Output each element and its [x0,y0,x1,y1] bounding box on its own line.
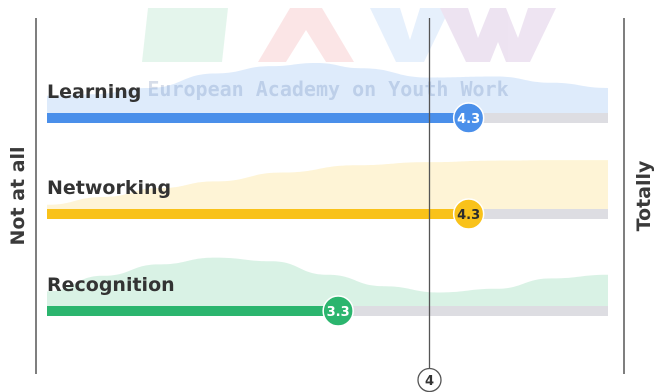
value-label-learning: 4.3 [457,112,480,127]
axis-min-label: Not at all [7,146,29,246]
eayw-logo [142,8,556,62]
category-label-learning: Learning [47,81,141,103]
value-badge-networking: 4.3 [452,198,485,230]
reference-label: 4 [425,374,434,389]
rating-chart: European Academy on Youth Work 4 Learnin… [35,8,625,392]
axis-max-label: Totally [633,160,655,232]
value-label-recognition: 3.3 [327,305,350,320]
value-badge-recognition: 3.3 [322,295,354,327]
category-label-networking: Networking [47,177,171,199]
bar-learning [47,113,469,123]
category-label-recognition: Recognition [47,274,175,296]
bar-networking [47,209,469,219]
bar-recognition [47,306,339,316]
value-badge-learning: 4.3 [452,102,485,134]
value-label-networking: 4.3 [457,208,480,223]
